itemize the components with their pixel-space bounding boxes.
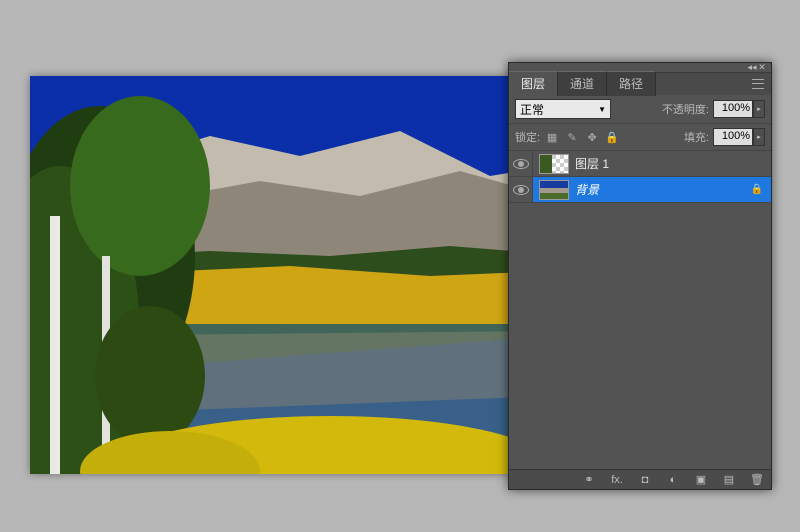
visibility-toggle[interactable] <box>509 177 533 202</box>
eye-icon <box>513 159 529 169</box>
lock-pixels-icon[interactable]: ✎ <box>564 129 580 145</box>
lock-position-icon[interactable]: ✥ <box>584 129 600 145</box>
lock-indicator-icon: 🔒 <box>749 184 765 195</box>
visibility-toggle[interactable] <box>509 151 533 176</box>
layer-thumbnail[interactable] <box>539 180 569 200</box>
trash-icon[interactable]: 🗑 <box>749 473 765 486</box>
adjustment-icon[interactable]: ◐ <box>665 474 681 486</box>
chevron-down-icon: ▼ <box>598 105 606 114</box>
eye-icon <box>513 185 529 195</box>
opacity-label: 不透明度: <box>662 101 709 117</box>
layer-name[interactable]: 背景 <box>575 181 749 198</box>
fill-flyout-icon[interactable]: ▸ <box>753 128 765 146</box>
opacity-flyout-icon[interactable]: ▸ <box>753 100 765 118</box>
lock-fill-row: 锁定: ▦ ✎ ✥ 🔒 填充: 100% ▸ <box>509 124 771 151</box>
opacity-input[interactable]: 100% ▸ <box>713 100 765 118</box>
landscape-photo <box>30 76 550 474</box>
group-icon[interactable]: ▣ <box>693 473 709 486</box>
panel-menu-icon[interactable] <box>749 77 767 91</box>
blend-mode-value: 正常 <box>520 101 544 118</box>
lock-label: 锁定: <box>515 129 540 145</box>
fill-label: 填充: <box>684 129 709 145</box>
panel-tabs: 图层 通道 路径 <box>509 73 771 95</box>
fx-icon[interactable]: fx. <box>609 474 625 486</box>
layers-panel: ◂◂ ✕ 图层 通道 路径 正常 ▼ 不透明度: 100% ▸ 锁定: ▦ ✎ … <box>508 62 772 490</box>
opacity-value: 100% <box>713 100 753 118</box>
blend-opacity-row: 正常 ▼ 不透明度: 100% ▸ <box>509 95 771 124</box>
tab-channels[interactable]: 通道 <box>558 71 607 96</box>
link-layers-icon[interactable]: ⚭ <box>581 473 597 486</box>
layer-name[interactable]: 图层 1 <box>575 155 771 172</box>
layer-thumbnail[interactable] <box>539 154 569 174</box>
close-icon[interactable]: ✕ <box>757 62 767 73</box>
new-layer-icon[interactable]: ▤ <box>721 473 737 486</box>
document-canvas[interactable] <box>30 76 550 474</box>
layers-list[interactable]: 图层 1 背景 🔒 <box>509 151 771 469</box>
mask-icon[interactable]: ◘ <box>637 474 653 486</box>
fill-value: 100% <box>713 128 753 146</box>
panel-footer: ⚭ fx. ◘ ◐ ▣ ▤ 🗑 <box>509 469 771 489</box>
fill-input[interactable]: 100% ▸ <box>713 128 765 146</box>
lock-transparent-icon[interactable]: ▦ <box>544 129 560 145</box>
tab-layers[interactable]: 图层 <box>509 71 558 96</box>
tab-paths[interactable]: 路径 <box>607 71 656 96</box>
layer-item-background[interactable]: 背景 🔒 <box>509 177 771 203</box>
lock-icons: ▦ ✎ ✥ 🔒 <box>544 129 620 145</box>
lock-all-icon[interactable]: 🔒 <box>604 129 620 145</box>
blend-mode-dropdown[interactable]: 正常 ▼ <box>515 99 611 119</box>
layer-item-1[interactable]: 图层 1 <box>509 151 771 177</box>
collapse-icon[interactable]: ◂◂ <box>747 62 757 73</box>
